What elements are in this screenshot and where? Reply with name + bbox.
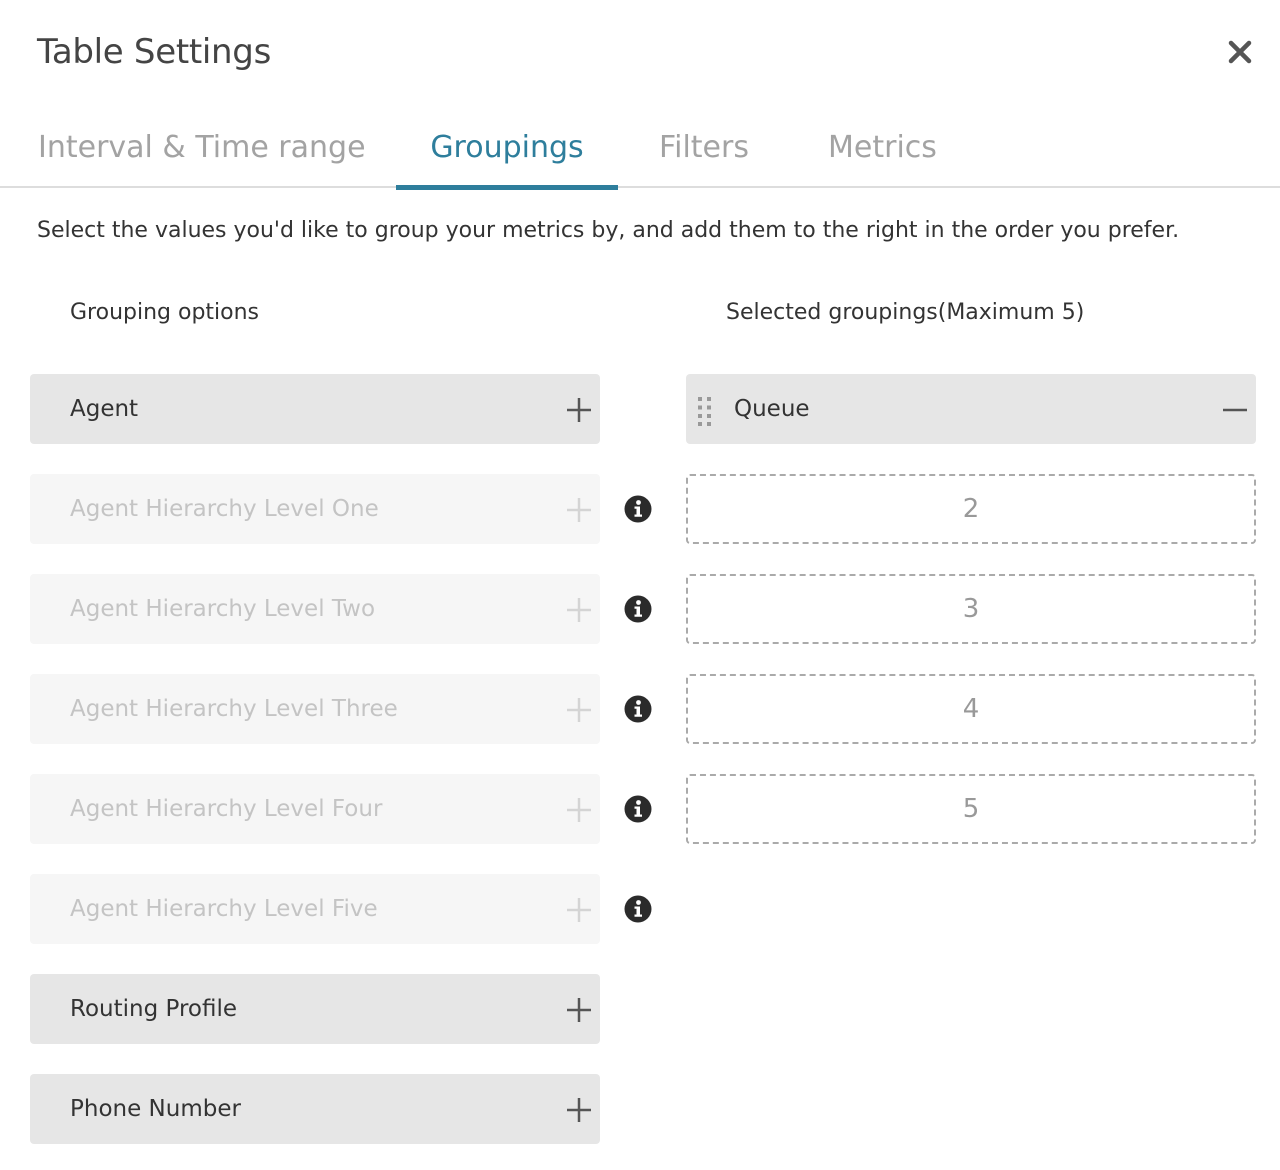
tab-label: Groupings: [430, 130, 584, 165]
grouping-option: Agent Hierarchy Level Four: [30, 774, 600, 844]
drag-handle-icon[interactable]: [696, 396, 716, 426]
empty-grouping-slot[interactable]: 2: [686, 474, 1256, 544]
tab-groupings[interactable]: Groupings: [396, 110, 618, 190]
tab-bar: Interval & Time range Groupings Filters …: [0, 110, 1280, 190]
minus-icon[interactable]: [1222, 397, 1248, 423]
grouping-option[interactable]: Routing Profile: [30, 974, 600, 1044]
tab-interval-time-range[interactable]: Interval & Time range: [38, 110, 366, 188]
grouping-option-label: Agent Hierarchy Level One: [70, 496, 379, 522]
grouping-option-label: Agent Hierarchy Level Three: [70, 696, 398, 722]
plus-icon: [567, 798, 591, 822]
tab-metrics[interactable]: Metrics: [828, 110, 937, 188]
plus-icon[interactable]: [566, 1097, 592, 1123]
empty-grouping-slot[interactable]: 4: [686, 674, 1256, 744]
close-button[interactable]: [1222, 34, 1258, 70]
tab-label: Filters: [659, 130, 749, 165]
grouping-option-label: Phone Number: [70, 1096, 241, 1122]
tab-label: Interval & Time range: [38, 130, 366, 165]
info-icon[interactable]: [624, 595, 652, 623]
grouping-option: Agent Hierarchy Level One: [30, 474, 600, 544]
tab-label: Metrics: [828, 130, 937, 165]
selected-grouping-label: Queue: [734, 396, 810, 422]
selected-groupings-heading: Selected groupings(Maximum 5): [726, 300, 1085, 325]
plus-icon[interactable]: [566, 997, 592, 1023]
grouping-option: Agent Hierarchy Level Five: [30, 874, 600, 944]
grouping-option-label: Agent Hierarchy Level Five: [70, 896, 378, 922]
plus-icon: [567, 498, 591, 522]
info-icon[interactable]: [624, 695, 652, 723]
grouping-option-label: Agent: [70, 396, 139, 422]
info-icon[interactable]: [624, 795, 652, 823]
tab-filters[interactable]: Filters: [658, 110, 750, 188]
plus-icon[interactable]: [566, 397, 592, 423]
grouping-option-label: Agent Hierarchy Level Two: [70, 596, 376, 622]
plus-icon: [567, 698, 591, 722]
grouping-option: Agent Hierarchy Level Three: [30, 674, 600, 744]
grouping-options-heading: Grouping options: [70, 300, 260, 325]
plus-icon: [567, 898, 591, 922]
empty-grouping-slot[interactable]: 5: [686, 774, 1256, 844]
grouping-option[interactable]: Agent: [30, 374, 600, 444]
grouping-option: Agent Hierarchy Level Two: [30, 574, 600, 644]
active-tab-indicator: [396, 185, 618, 190]
empty-grouping-slot[interactable]: 3: [686, 574, 1256, 644]
grouping-option-label: Agent Hierarchy Level Four: [70, 796, 383, 822]
selected-grouping[interactable]: Queue: [686, 374, 1256, 444]
grouping-option-label: Routing Profile: [70, 996, 238, 1022]
plus-icon: [567, 598, 591, 622]
grouping-option[interactable]: Phone Number: [30, 1074, 600, 1144]
dialog-title: Table Settings: [37, 32, 271, 72]
description-text: Select the values you'd like to group yo…: [37, 218, 1180, 243]
close-icon: [1228, 40, 1252, 64]
info-icon[interactable]: [624, 895, 652, 923]
info-icon[interactable]: [624, 495, 652, 523]
